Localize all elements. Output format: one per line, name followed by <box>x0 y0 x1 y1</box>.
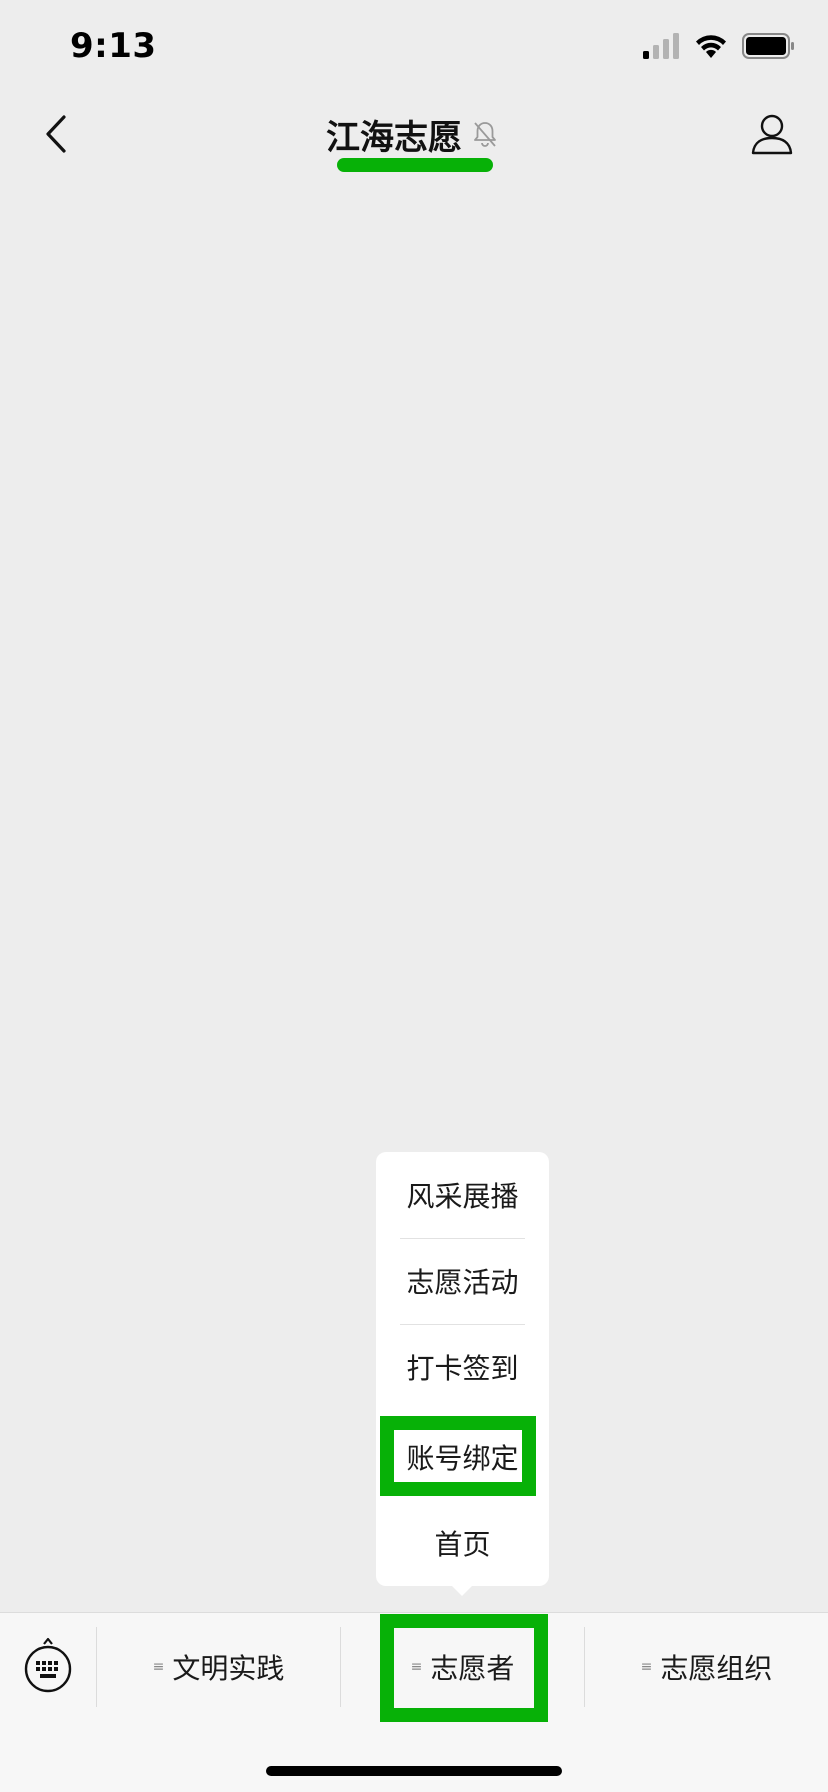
title-area: 江海志愿 <box>0 110 828 159</box>
chat-screen: 9:13 江海志愿 风采展播 志愿活动 打卡签到 账号绑定 首页 ≡ 文明实践 … <box>0 0 828 1792</box>
page-title: 江海志愿 <box>326 118 462 158</box>
navigation-bar: 江海志愿 <box>0 96 828 188</box>
keyboard-toggle-button[interactable] <box>22 1637 74 1695</box>
tab-volunteer-organization[interactable]: ≡ 志愿组织 <box>585 1627 828 1707</box>
tab-civilization-practice[interactable]: ≡ 文明实践 <box>97 1627 340 1707</box>
popup-pointer <box>452 1586 472 1596</box>
bottom-menu-bar: ≡ 文明实践 ≡ 志愿者 ≡ 志愿组织 <box>0 1612 828 1792</box>
menu-item-checkin[interactable]: 打卡签到 <box>376 1324 549 1410</box>
title-highlight-bar <box>337 158 493 172</box>
menu-item-fengcai[interactable]: 风采展播 <box>376 1152 549 1238</box>
menu-item-activities[interactable]: 志愿活动 <box>376 1238 549 1324</box>
tab-label: 志愿组织 <box>660 1652 773 1685</box>
submenu-list-icon: ≡ <box>152 1659 165 1675</box>
tab-label: 文明实践 <box>172 1652 285 1685</box>
status-icons <box>642 32 796 64</box>
submenu-list-icon: ≡ <box>640 1659 653 1675</box>
status-time: 9:13 <box>70 26 157 66</box>
submenu-popup: 风采展播 志愿活动 打卡签到 账号绑定 首页 <box>376 1152 549 1586</box>
profile-button[interactable] <box>744 108 800 164</box>
profile-icon <box>750 112 794 160</box>
mute-bell-icon <box>470 119 502 151</box>
menu-item-home[interactable]: 首页 <box>376 1500 549 1586</box>
tab-volunteer[interactable]: ≡ 志愿者 <box>341 1627 584 1707</box>
battery-icon <box>742 33 796 63</box>
submenu-list-icon: ≡ <box>410 1659 423 1675</box>
status-bar: 9:13 <box>0 0 828 96</box>
menu-item-account-binding[interactable]: 账号绑定 <box>376 1414 549 1500</box>
home-indicator <box>266 1766 562 1776</box>
tab-label: 志愿者 <box>430 1652 515 1685</box>
keyboard-icon <box>22 1635 74 1699</box>
cellular-signal-icon <box>642 33 680 63</box>
wifi-icon <box>694 33 728 63</box>
